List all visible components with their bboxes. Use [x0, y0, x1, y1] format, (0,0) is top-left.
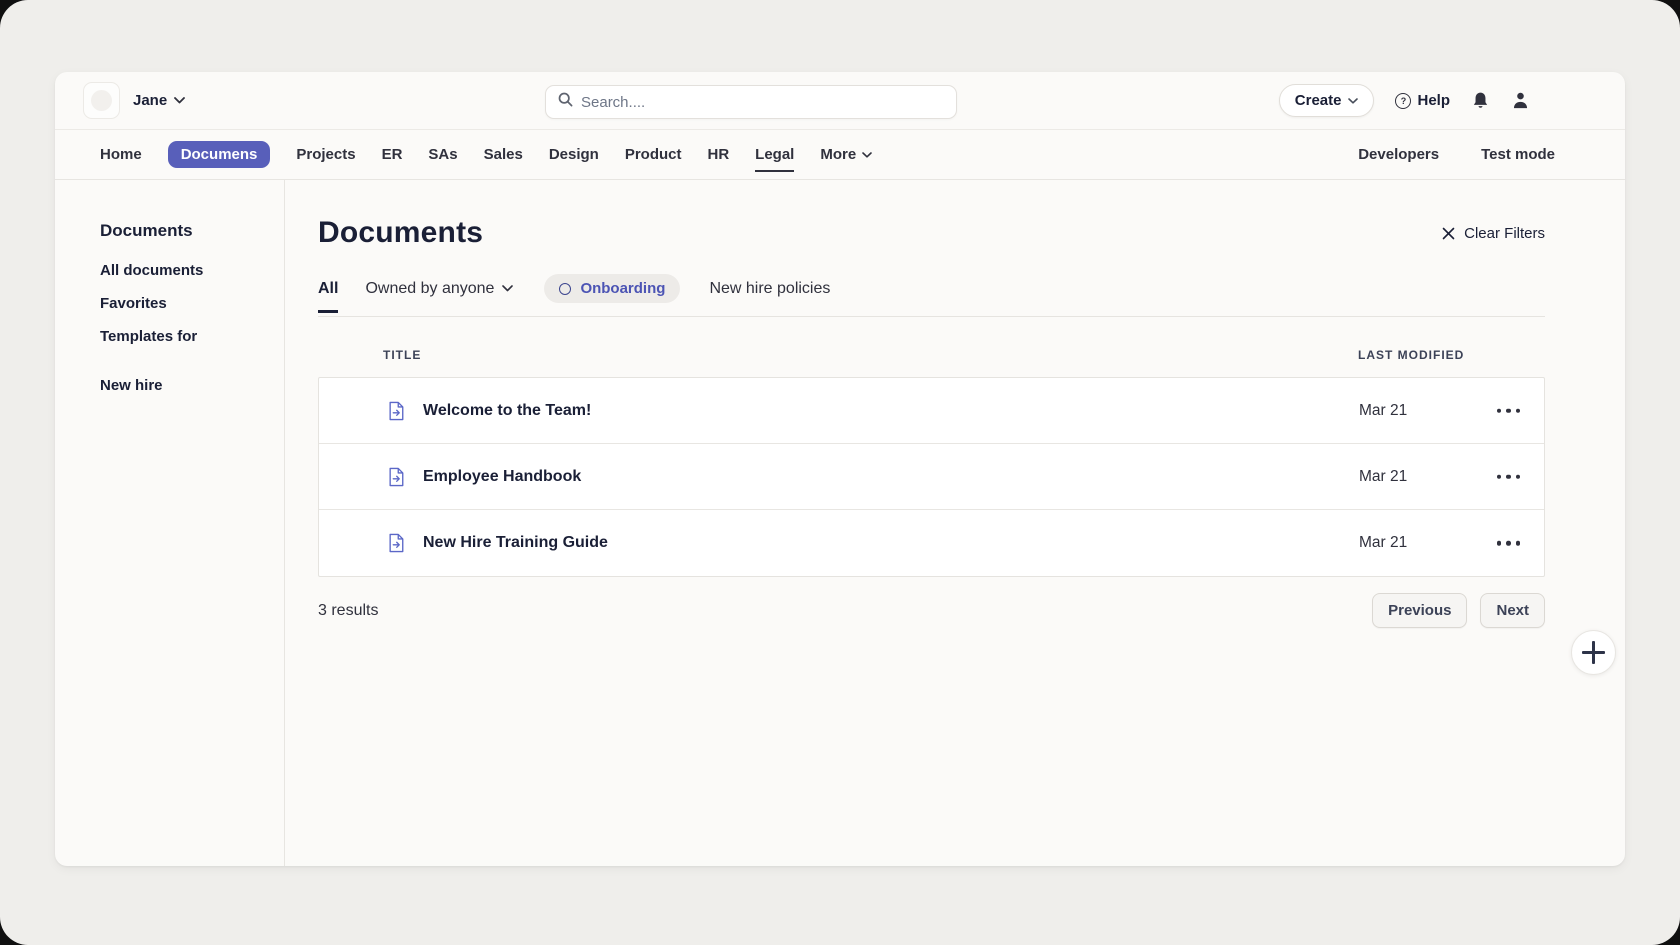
filter-chip-onboarding[interactable]: Onboarding: [544, 274, 680, 303]
search-bar[interactable]: [545, 85, 957, 119]
help-label: Help: [1417, 92, 1450, 109]
document-title: Employee Handbook: [423, 468, 581, 486]
chevron-down-icon: [502, 285, 513, 292]
owned-by-label: Owned by anyone: [365, 280, 494, 298]
next-button[interactable]: Next: [1480, 593, 1545, 628]
filter-new-hire-policies[interactable]: New hire policies: [709, 280, 830, 298]
document-title: New Hire Training Guide: [423, 534, 608, 552]
add-button[interactable]: [1571, 630, 1616, 675]
row-menu-button[interactable]: [1493, 402, 1525, 419]
table-header: TITLE LAST MODIFIED: [318, 348, 1545, 364]
sidebar-item-new-hire[interactable]: New hire: [100, 377, 284, 394]
create-button[interactable]: Create: [1279, 84, 1375, 117]
account-button[interactable]: [1511, 91, 1530, 110]
pagination: Previous Next: [1372, 593, 1545, 628]
main-panel: Documents Clear Filters All Owned by any…: [285, 180, 1625, 866]
row-menu-button[interactable]: [1493, 535, 1525, 552]
document-last-modified: Mar 21: [1359, 534, 1407, 552]
document-last-modified: Mar 21: [1359, 402, 1407, 420]
desktop-background: Jane Create ?: [0, 0, 1680, 945]
previous-button[interactable]: Previous: [1372, 593, 1467, 628]
nav-item-hr[interactable]: HR: [695, 130, 743, 179]
help-button[interactable]: ? Help: [1395, 92, 1450, 109]
workspace-avatar[interactable]: [83, 82, 120, 119]
active-nav-pill: Documens: [168, 141, 271, 168]
nav-item-er[interactable]: ER: [369, 130, 416, 179]
nav-item-projects[interactable]: Projects: [283, 130, 368, 179]
table-row[interactable]: Employee Handbook Mar 21: [319, 444, 1544, 510]
owned-by-dropdown[interactable]: Owned by anyone: [365, 280, 513, 298]
help-icon: ?: [1395, 93, 1411, 109]
secondary-nav: Developers Test mode: [1358, 146, 1555, 163]
filter-bar: All Owned by anyone Onboarding New hire …: [318, 274, 1545, 317]
bell-icon: [1471, 91, 1490, 110]
user-icon: [1511, 91, 1530, 110]
create-button-label: Create: [1295, 92, 1342, 109]
chevron-down-icon: [1348, 98, 1358, 104]
workspace-name: Jane: [133, 92, 167, 109]
nav-item-test-mode[interactable]: Test mode: [1481, 146, 1555, 163]
workspace-switcher[interactable]: Jane: [133, 92, 185, 109]
clear-icon: [1442, 227, 1455, 240]
nav-item-sales[interactable]: Sales: [471, 130, 536, 179]
clear-filters-label: Clear Filters: [1464, 225, 1545, 242]
nav-item-product[interactable]: Product: [612, 130, 695, 179]
primary-nav: Home Documens Projects ER SAs Sales Desi…: [55, 130, 1625, 180]
nav-item-developers[interactable]: Developers: [1358, 146, 1439, 163]
main-header: Documents Clear Filters: [318, 216, 1545, 250]
document-last-modified: Mar 21: [1359, 468, 1407, 486]
sidebar-item-all-documents[interactable]: All documents: [100, 262, 284, 279]
nav-item-documents[interactable]: Documens: [168, 141, 271, 168]
column-header-title: TITLE: [383, 348, 421, 362]
chip-circle-icon: [559, 283, 571, 295]
row-menu-button[interactable]: [1493, 468, 1525, 485]
search-input[interactable]: [581, 94, 944, 111]
filter-tab-all[interactable]: All: [318, 280, 338, 298]
topbar-actions: Create ? Help: [1279, 84, 1530, 117]
sidebar-item-templates[interactable]: Templates for: [100, 328, 284, 345]
nav-item-more[interactable]: More: [807, 130, 885, 179]
table-row[interactable]: Welcome to the Team! Mar 21: [319, 378, 1544, 444]
content-area: Documents All documents Favorites Templa…: [55, 180, 1625, 866]
document-icon: [387, 533, 405, 558]
clear-filters-button[interactable]: Clear Filters: [1442, 225, 1545, 242]
top-bar: Jane Create ?: [55, 72, 1625, 130]
app-window: Jane Create ?: [55, 72, 1625, 866]
page-title: Documents: [318, 216, 483, 250]
sidebar: Documents All documents Favorites Templa…: [55, 180, 285, 866]
nav-item-legal[interactable]: Legal: [742, 130, 807, 179]
nav-item-design[interactable]: Design: [536, 130, 612, 179]
table-row[interactable]: New Hire Training Guide Mar 21: [319, 510, 1544, 576]
notifications-button[interactable]: [1471, 91, 1490, 110]
document-icon: [387, 401, 405, 426]
column-header-last-modified: LAST MODIFIED: [1358, 348, 1464, 362]
results-count: 3 results: [318, 602, 378, 620]
search-icon: [558, 92, 573, 112]
nav-item-sas[interactable]: SAs: [415, 130, 470, 179]
document-title: Welcome to the Team!: [423, 402, 591, 420]
chevron-down-icon: [862, 152, 872, 158]
sidebar-header: Documents: [100, 221, 284, 241]
document-icon: [387, 467, 405, 492]
chevron-down-icon: [174, 97, 185, 104]
chip-label: Onboarding: [580, 280, 665, 297]
nav-item-home[interactable]: Home: [87, 130, 155, 179]
documents-table: Welcome to the Team! Mar 21 Employee Han…: [318, 377, 1545, 577]
sidebar-item-favorites[interactable]: Favorites: [100, 295, 284, 312]
add-icon: [1582, 641, 1605, 664]
table-footer: 3 results Previous Next: [318, 593, 1545, 628]
